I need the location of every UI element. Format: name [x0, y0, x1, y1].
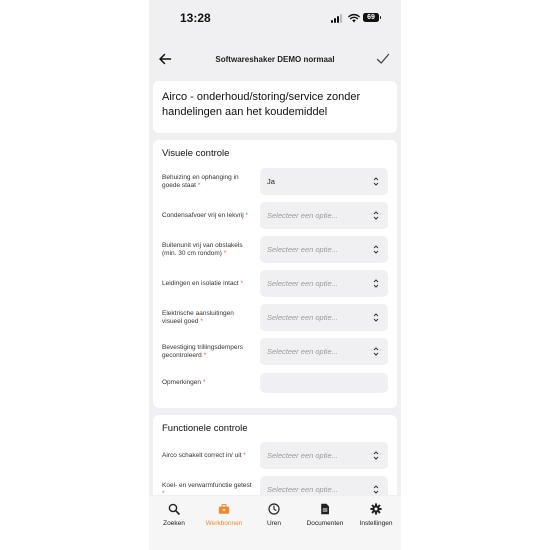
chevron-up-down-icon: [373, 177, 379, 186]
select-buitenunit[interactable]: Selecteer een optie...: [260, 236, 388, 263]
required-marker: *: [223, 250, 227, 257]
gear-icon: [370, 503, 382, 515]
cellular-signal-icon: [331, 14, 342, 23]
search-icon: [168, 503, 180, 515]
chevron-up-down-icon: [373, 485, 379, 494]
field-opmerkingen: Opmerkingen *: [153, 373, 397, 393]
tab-label: Documenten: [306, 520, 344, 527]
required-marker: *: [203, 352, 207, 359]
clock-icon: [268, 503, 280, 515]
battery-level: 69: [367, 14, 375, 21]
select-placeholder: Selecteer een optie...: [267, 451, 338, 460]
field-label: Airco schakelt correct in/ uit: [162, 451, 242, 459]
select-value: Ja: [267, 177, 275, 186]
back-arrow-icon[interactable]: [158, 52, 172, 66]
tab-label: Instellingen: [359, 520, 393, 527]
tab-instellingen[interactable]: Instellingen: [351, 503, 401, 537]
section-title: Visuele controle: [162, 148, 230, 159]
chevron-up-down-icon: [373, 347, 379, 356]
select-condensafvoer[interactable]: Selecteer een optie...: [260, 202, 388, 229]
field-koel-verwarmfunctie: Koel- en verwarmfunctie getest * Selecte…: [153, 476, 397, 495]
page-title: Softwareshaker DEMO normaal: [215, 55, 335, 64]
field-label: Koel- en verwarmfunctie getest: [162, 481, 252, 489]
select-placeholder: Selecteer een optie...: [267, 347, 338, 356]
select-placeholder: Selecteer een optie...: [267, 245, 338, 254]
required-marker: *: [162, 490, 165, 495]
phone-screen: 13:28 69 Softwareshaker DEMO normaal Air…: [149, 0, 401, 550]
field-leidingen: Leidingen en isolatie intact * Selecteer…: [153, 270, 397, 298]
section-title: Functionele controle: [162, 423, 248, 434]
field-condensafvoer: Condensafvoer vrij en lekvrij * Selectee…: [153, 202, 397, 230]
tab-label: Werkbonnen: [205, 520, 243, 527]
field-bevestiging: Bevestiging trillingsdempers gecontrolee…: [153, 338, 397, 366]
select-elektrische-aansluitingen[interactable]: Selecteer een optie...: [260, 304, 388, 331]
field-label: Elektrische aansluitingen visueel goed: [162, 309, 234, 326]
tab-werkbonnen[interactable]: Werkbonnen: [199, 503, 249, 537]
field-elektrische-aansluitingen: Elektrische aansluitingen visueel goed *…: [153, 304, 397, 332]
field-label: Condensafvoer vrij en lekvrij: [162, 211, 244, 219]
select-koel-verwarmfunctie[interactable]: Selecteer een optie...: [260, 476, 388, 495]
section-functionele-controle: Functionele controle Airco schakelt corr…: [153, 415, 397, 495]
select-placeholder: Selecteer een optie...: [267, 485, 338, 494]
tab-uren[interactable]: Uren: [249, 503, 299, 537]
select-placeholder: Selecteer een optie...: [267, 211, 338, 220]
field-behuizing: Behuizing en ophanging in goede staat * …: [153, 168, 397, 196]
field-label: Buitenunit vrij van obstakels (min. 30 c…: [162, 241, 243, 258]
briefcase-icon: [218, 503, 230, 514]
form-title: Airco - onderhoud/storing/service zonder…: [162, 91, 361, 118]
status-time: 13:28: [180, 11, 211, 25]
chevron-up-down-icon: [373, 451, 379, 460]
select-airco-schakelt[interactable]: Selecteer een optie...: [260, 442, 388, 469]
select-bevestiging[interactable]: Selecteer een optie...: [260, 338, 388, 365]
field-airco-schakelt: Airco schakelt correct in/ uit * Selecte…: [153, 442, 397, 470]
tab-documenten[interactable]: Documenten: [300, 503, 350, 537]
form-title-card: Airco - onderhoud/storing/service zonder…: [153, 81, 397, 133]
required-marker: *: [240, 279, 243, 287]
document-icon: [321, 503, 329, 515]
chevron-up-down-icon: [373, 313, 379, 322]
tab-label: Uren: [266, 520, 282, 527]
checkmark-icon[interactable]: [376, 52, 390, 66]
select-leidingen[interactable]: Selecteer een optie...: [260, 270, 388, 297]
tab-zoeken[interactable]: Zoeken: [149, 503, 199, 537]
chevron-up-down-icon: [373, 211, 379, 220]
wifi-icon: [348, 14, 360, 23]
required-marker: *: [243, 451, 246, 459]
select-behuizing[interactable]: Ja: [260, 168, 388, 195]
required-marker: *: [197, 182, 201, 189]
battery-icon: 69: [363, 13, 381, 22]
form-scroll-area[interactable]: Airco - onderhoud/storing/service zonder…: [149, 81, 401, 495]
field-label: Leidingen en isolatie intact: [162, 279, 239, 287]
required-marker: *: [202, 378, 206, 386]
navigation-bar: Softwareshaker DEMO normaal: [149, 44, 401, 76]
select-placeholder: Selecteer een optie...: [267, 279, 338, 288]
field-label: Bevestiging trillingsdempers gecontrolee…: [162, 343, 243, 360]
chevron-up-down-icon: [373, 279, 379, 288]
status-bar: 13:28 69: [149, 0, 401, 38]
tab-label: Zoeken: [163, 520, 185, 527]
opmerkingen-input[interactable]: [260, 373, 388, 393]
select-placeholder: Selecteer een optie...: [267, 313, 338, 322]
chevron-up-down-icon: [373, 245, 379, 254]
section-visuele-controle: Visuele controle Behuizing en ophanging …: [153, 140, 397, 408]
required-marker: *: [245, 211, 248, 219]
field-buitenunit: Buitenunit vrij van obstakels (min. 30 c…: [153, 236, 397, 264]
required-marker: *: [200, 318, 203, 325]
field-label: Opmerkingen: [162, 378, 202, 386]
tab-bar: Zoeken Werkbonnen Uren Documenten Instel…: [149, 496, 401, 550]
